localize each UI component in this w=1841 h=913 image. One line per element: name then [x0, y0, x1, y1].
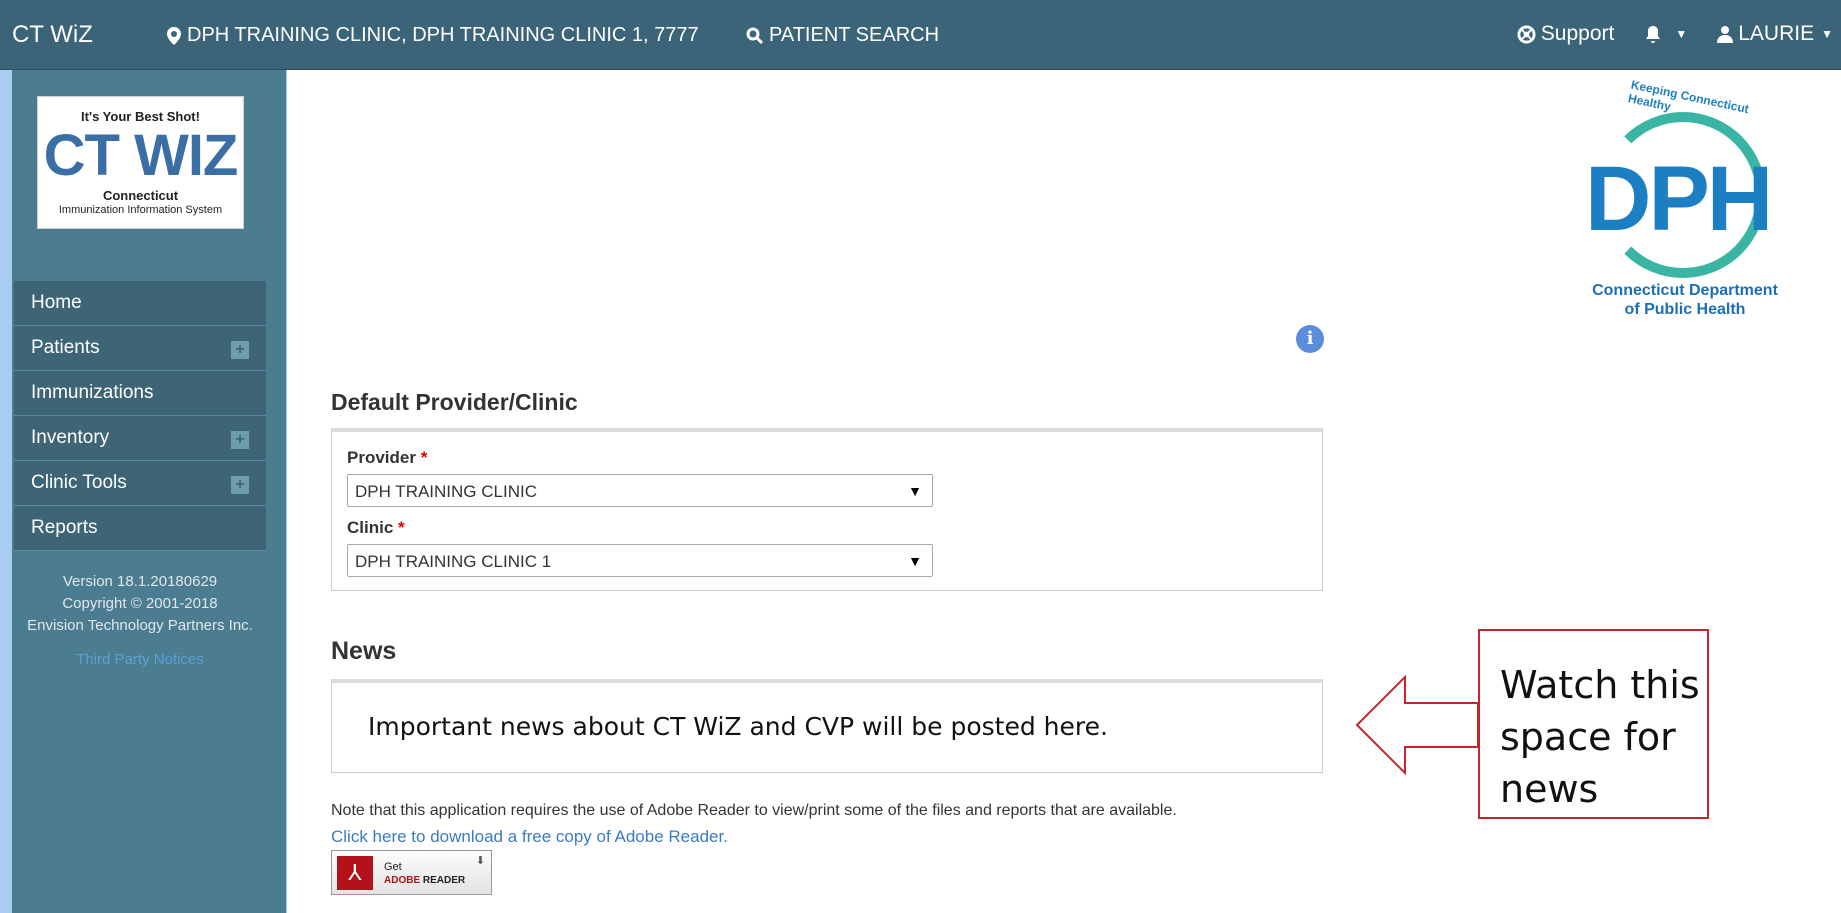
top-navbar: CT WiZ DPH TRAINING CLINIC, DPH TRAINING… — [0, 0, 1841, 70]
caret-down-icon: ▼ — [908, 483, 922, 499]
sidebar-footer: Version 18.1.20180629 Copyright © 2001-2… — [14, 571, 266, 671]
sidebar-item-immunizations[interactable]: Immunizations — [14, 371, 266, 416]
callout-arrow-left-icon — [1355, 675, 1479, 775]
info-icon[interactable]: i — [1296, 325, 1324, 353]
dph-logo-letters: DPH — [1585, 148, 1773, 250]
patient-search-link[interactable]: PATIENT SEARCH — [746, 24, 939, 47]
lifebuoy-icon — [1517, 24, 1536, 44]
news-text: Important news about CT WiZ and CVP will… — [368, 712, 1108, 741]
expand-plus-icon[interactable]: + — [231, 476, 249, 494]
dph-logo-line2: of Public Health — [1624, 301, 1746, 318]
provider-select-value: DPH TRAINING CLINIC — [355, 482, 537, 501]
adobe-note: Note that this application requires the … — [331, 802, 1177, 819]
provider-label-text: Provider — [347, 448, 416, 467]
sidebar-item-home[interactable]: Home — [14, 281, 266, 326]
required-mark: * — [420, 448, 428, 467]
news-panel: Important news about CT WiZ and CVP will… — [331, 679, 1323, 773]
map-marker-icon — [167, 26, 181, 45]
clinic-label-text: Clinic — [347, 518, 394, 537]
brand-link[interactable]: CT WiZ — [12, 21, 93, 49]
chevron-down-icon: ▼ — [1821, 27, 1833, 41]
sidebar-item-label: Home — [31, 292, 82, 313]
sidebar-item-label: Reports — [31, 517, 98, 538]
search-icon — [746, 27, 763, 44]
adobe-pdf-icon: ⅄ — [337, 856, 373, 890]
dph-logo: Keeping Connecticut Healthy DPH Connecti… — [1580, 77, 1790, 322]
download-arrow-icon: ⬇ — [475, 855, 485, 867]
provider-label: Provider * — [347, 448, 427, 468]
company-text: Envision Technology Partners Inc. — [27, 617, 253, 634]
third-party-notices-link[interactable]: Third Party Notices — [14, 649, 266, 671]
sidebar-menu: Home Patients + Immunizations Inventory + … — [14, 281, 266, 551]
logo-wordmark: CT WIZ — [43, 123, 239, 188]
sidebar-item-inventory[interactable]: Inventory + — [14, 416, 266, 461]
dph-logo-line1: Connecticut Department — [1592, 282, 1778, 299]
clinic-label: Clinic * — [347, 518, 405, 538]
adobe-badge-reader: READER — [422, 875, 466, 886]
provider-select[interactable]: DPH TRAINING CLINIC ▼ — [347, 474, 933, 507]
patient-search-text: PATIENT SEARCH — [769, 24, 940, 46]
sidebar-item-clinic-tools[interactable]: Clinic Tools + — [14, 461, 266, 506]
expand-plus-icon[interactable]: + — [231, 341, 249, 359]
callout-text: Watch this space for news — [1500, 663, 1700, 811]
version-text: Version 18.1.20180629 — [62, 573, 218, 590]
chevron-down-icon: ▼ — [1675, 27, 1688, 41]
required-mark: * — [398, 518, 405, 537]
sidebar-item-label: Patients — [31, 337, 100, 358]
clinic-location-text: DPH TRAINING CLINIC, DPH TRAINING CLINIC… — [187, 24, 699, 46]
clinic-select[interactable]: DPH TRAINING CLINIC 1 ▼ — [347, 544, 933, 577]
adobe-badge-adobe: ADOBE — [384, 875, 421, 886]
navbar-right: Support ▼ LAURIE ▼ — [1517, 22, 1833, 46]
adobe-badge-name: ADOBE READER — [384, 875, 465, 886]
clinic-location-link[interactable]: DPH TRAINING CLINIC, DPH TRAINING CLINIC… — [167, 24, 699, 47]
sidebar-item-label: Immunizations — [31, 382, 154, 403]
user-name: LAURIE — [1738, 22, 1815, 45]
caret-down-icon: ▼ — [908, 553, 922, 569]
clinic-select-value: DPH TRAINING CLINIC 1 — [355, 552, 552, 571]
app-window: CT WiZ DPH TRAINING CLINIC, DPH TRAINING… — [0, 0, 1841, 913]
support-text: Support — [1540, 22, 1615, 45]
ct-wiz-logo: It's Your Best Shot! CT WIZ Connecticut … — [37, 96, 244, 229]
sidebar-item-patients[interactable]: Patients + — [14, 326, 266, 371]
user-menu-dropdown[interactable]: LAURIE ▼ — [1717, 22, 1833, 46]
default-provider-panel: Provider * DPH TRAINING CLINIC ▼ Clinic … — [331, 428, 1323, 591]
sidebar-item-reports[interactable]: Reports — [14, 506, 266, 551]
support-link[interactable]: Support — [1517, 22, 1615, 46]
sidebar-item-label: Clinic Tools — [31, 472, 127, 493]
news-heading: News — [331, 637, 397, 665]
get-adobe-reader-button[interactable]: ⅄ Get ADOBE READER ⬇ — [331, 850, 492, 895]
left-edge — [0, 70, 12, 913]
news-callout-box: Watch this space for news — [1478, 629, 1709, 819]
expand-plus-icon[interactable]: + — [231, 431, 249, 449]
adobe-download-link[interactable]: Click here to download a free copy of Ad… — [331, 827, 728, 847]
sidebar-item-label: Inventory — [31, 427, 110, 448]
user-icon — [1717, 26, 1734, 43]
adobe-badge-get: Get — [384, 861, 402, 873]
default-provider-heading: Default Provider/Clinic — [331, 389, 578, 415]
bell-icon — [1646, 25, 1661, 43]
logo-state: Connecticut — [102, 188, 179, 203]
notifications-dropdown[interactable]: ▼ — [1644, 25, 1687, 44]
copyright-text: Copyright © 2001-2018 — [62, 595, 218, 612]
logo-system-name: Immunization Information System — [58, 204, 223, 216]
